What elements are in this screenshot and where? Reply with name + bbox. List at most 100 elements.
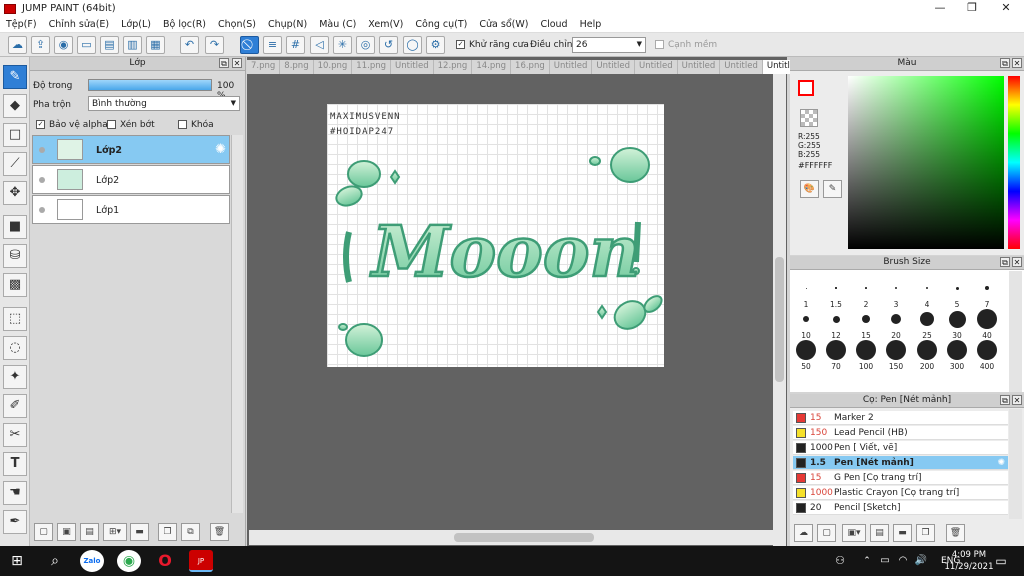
saturation-value-picker[interactable] [848,76,1004,249]
snap-circle-icon[interactable]: ◎ [356,36,375,54]
layout-icon[interactable]: ▦ [146,36,165,54]
duplicate-brush-icon[interactable]: ❐ [916,524,935,542]
layer-row[interactable]: Lớp1 [32,195,230,224]
canvas-horizontal-scrollbar[interactable] [249,530,773,545]
float-panel-icon[interactable]: ⧉ [1000,58,1010,68]
redo-icon[interactable]: ↷ [205,36,224,54]
brush-size-option[interactable]: 12 [821,309,851,340]
palette-icon[interactable]: 🎨 [800,180,819,198]
brush-size-option[interactable]: 7 [972,278,1002,309]
brush-folder-icon[interactable]: ▬ [893,524,912,542]
hand-tool-icon[interactable]: ☚ [3,481,27,505]
page-icon[interactable]: ▤ [100,36,119,54]
pen-item[interactable]: 20 Pencil [Sketch] [793,501,1008,515]
brush-size-option[interactable]: 150 [881,340,911,371]
fill-rect-tool-icon[interactable]: ■ [3,215,27,239]
scroll-thumb[interactable] [454,533,594,542]
text-tool-icon[interactable]: T [3,452,27,476]
brush-size-option[interactable]: 300 [942,340,972,371]
menu-window[interactable]: Cửa sổ(W) [473,19,534,30]
select-pen-icon[interactable]: ✐ [3,394,27,418]
cloud-brush-icon[interactable]: ☁ [794,524,813,542]
tab-5[interactable]: Untitled [391,60,434,74]
float-panel-icon[interactable]: ⧉ [219,58,229,68]
gear-icon[interactable]: ✺ [215,142,226,157]
tab-2[interactable]: 8.png [280,60,314,74]
menu-cloud[interactable]: Cloud [534,19,573,30]
pen-item[interactable]: 1000 Plastic Crayon [Cọ trang trí] [793,486,1008,500]
pen-item[interactable]: 15 G Pen [Cọ trang trí] [793,471,1008,485]
frame-icon[interactable]: ▥ [123,36,142,54]
visibility-icon[interactable] [39,177,45,183]
duplicate-layer-icon[interactable]: ❐ [158,523,177,541]
menu-tools[interactable]: Công cụ(T) [409,19,473,30]
opera-icon[interactable]: O [153,550,177,572]
bucket-tool-icon[interactable]: ⛁ [3,244,27,268]
new-layer-8bit-icon[interactable]: ▤ [80,523,99,541]
lock-checkbox[interactable] [178,120,187,130]
layer-scrollbar[interactable] [231,135,243,513]
move-tool-icon[interactable]: ✥ [3,181,27,205]
pen-item[interactable]: 1.5 Pen [Nét mảnh] ✺ [793,456,1008,470]
brush-size-option[interactable]: 1 [791,278,821,309]
brush-size-option[interactable]: 400 [972,340,1002,371]
brush-size-option[interactable]: 50 [791,340,821,371]
close-panel-icon[interactable]: ✕ [1012,395,1022,405]
folder-icon[interactable]: ▬ [130,523,149,541]
layer-row[interactable]: Lớp2 [32,165,230,194]
snap-curve-icon[interactable]: ↺ [379,36,398,54]
brush-size-option[interactable]: 1.5 [821,278,851,309]
eyedropper-icon[interactable]: ✒ [3,510,27,534]
snap-ellipse-icon[interactable]: ◯ [403,36,422,54]
close-panel-icon[interactable]: ✕ [1012,257,1022,267]
visibility-icon[interactable] [39,147,45,153]
cloud-sync-icon[interactable]: ☁ [8,36,27,54]
canvas-paper[interactable]: MAXIMUSVENN #HOIDAP247 Mooon [327,104,664,367]
shape-tool-icon[interactable]: □ [3,123,27,147]
merge-layer-icon[interactable]: ⧉ [181,523,200,541]
maximize-button[interactable]: ❐ [956,0,988,17]
menu-edit[interactable]: Chỉnh sửa(E) [43,19,116,30]
zalo-icon[interactable]: Zalo [80,550,104,572]
minimize-button[interactable]: — [924,0,956,17]
brush-size-option[interactable]: 40 [972,309,1002,340]
brush-size-option[interactable]: 30 [942,309,972,340]
pen-item[interactable]: 1000 Pen [ Viết, vẽ] [793,441,1008,455]
text-balloon-icon[interactable]: ▭ [77,36,96,54]
pen-scrollbar[interactable] [1009,409,1022,519]
tab-13[interactable]: Untitled [720,60,763,74]
menu-file[interactable]: Tệp(F) [0,19,43,30]
layer-row[interactable]: Lớp2 ✺ [32,135,230,164]
main-color-swatch[interactable] [798,80,814,96]
close-panel-icon[interactable]: ✕ [1012,58,1022,68]
smooth-checkbox[interactable] [655,40,664,50]
pen-item[interactable]: 150 Lead Pencil (HB) [793,426,1008,440]
close-button[interactable]: ✕ [990,0,1022,17]
brush-size-option[interactable]: 15 [851,309,881,340]
menu-capture[interactable]: Chụp(N) [262,19,313,30]
menu-color[interactable]: Màu (C) [313,19,362,30]
float-panel-icon[interactable]: ⧉ [1000,257,1010,267]
tab-11[interactable]: Untitled [634,60,678,74]
snap-settings-icon[interactable]: ⚙ [426,36,445,54]
brush-size-option[interactable]: 2 [851,278,881,309]
gear-icon[interactable]: ✺ [997,458,1005,468]
brush-size-option[interactable]: 5 [942,278,972,309]
snap-radial-icon[interactable]: ✳ [333,36,352,54]
chrome-icon[interactable]: ◉ [117,550,141,572]
line-tool-icon[interactable]: ⟋ [3,152,27,176]
tab-3[interactable]: 10.png [313,60,353,74]
blend-select[interactable]: Bình thường ▼ [88,96,240,111]
new-layer-raster-icon[interactable]: ▣ [57,523,76,541]
trash-icon[interactable]: 🗑 [946,524,965,542]
visibility-icon[interactable] [39,207,45,213]
brush-scrollbar[interactable] [1009,271,1022,392]
speech-bubble-icon[interactable]: ◉ [54,36,73,54]
menu-select[interactable]: Chọn(S) [212,19,262,30]
adjust-select[interactable]: 26 ▼ [572,37,646,53]
brush-size-option[interactable]: 25 [912,309,942,340]
pen-tool-icon[interactable]: ✎ [3,65,27,89]
undo-icon[interactable]: ↶ [180,36,199,54]
canvas-vertical-scrollbar[interactable] [773,74,786,546]
tab-8[interactable]: 16.png [511,60,550,74]
